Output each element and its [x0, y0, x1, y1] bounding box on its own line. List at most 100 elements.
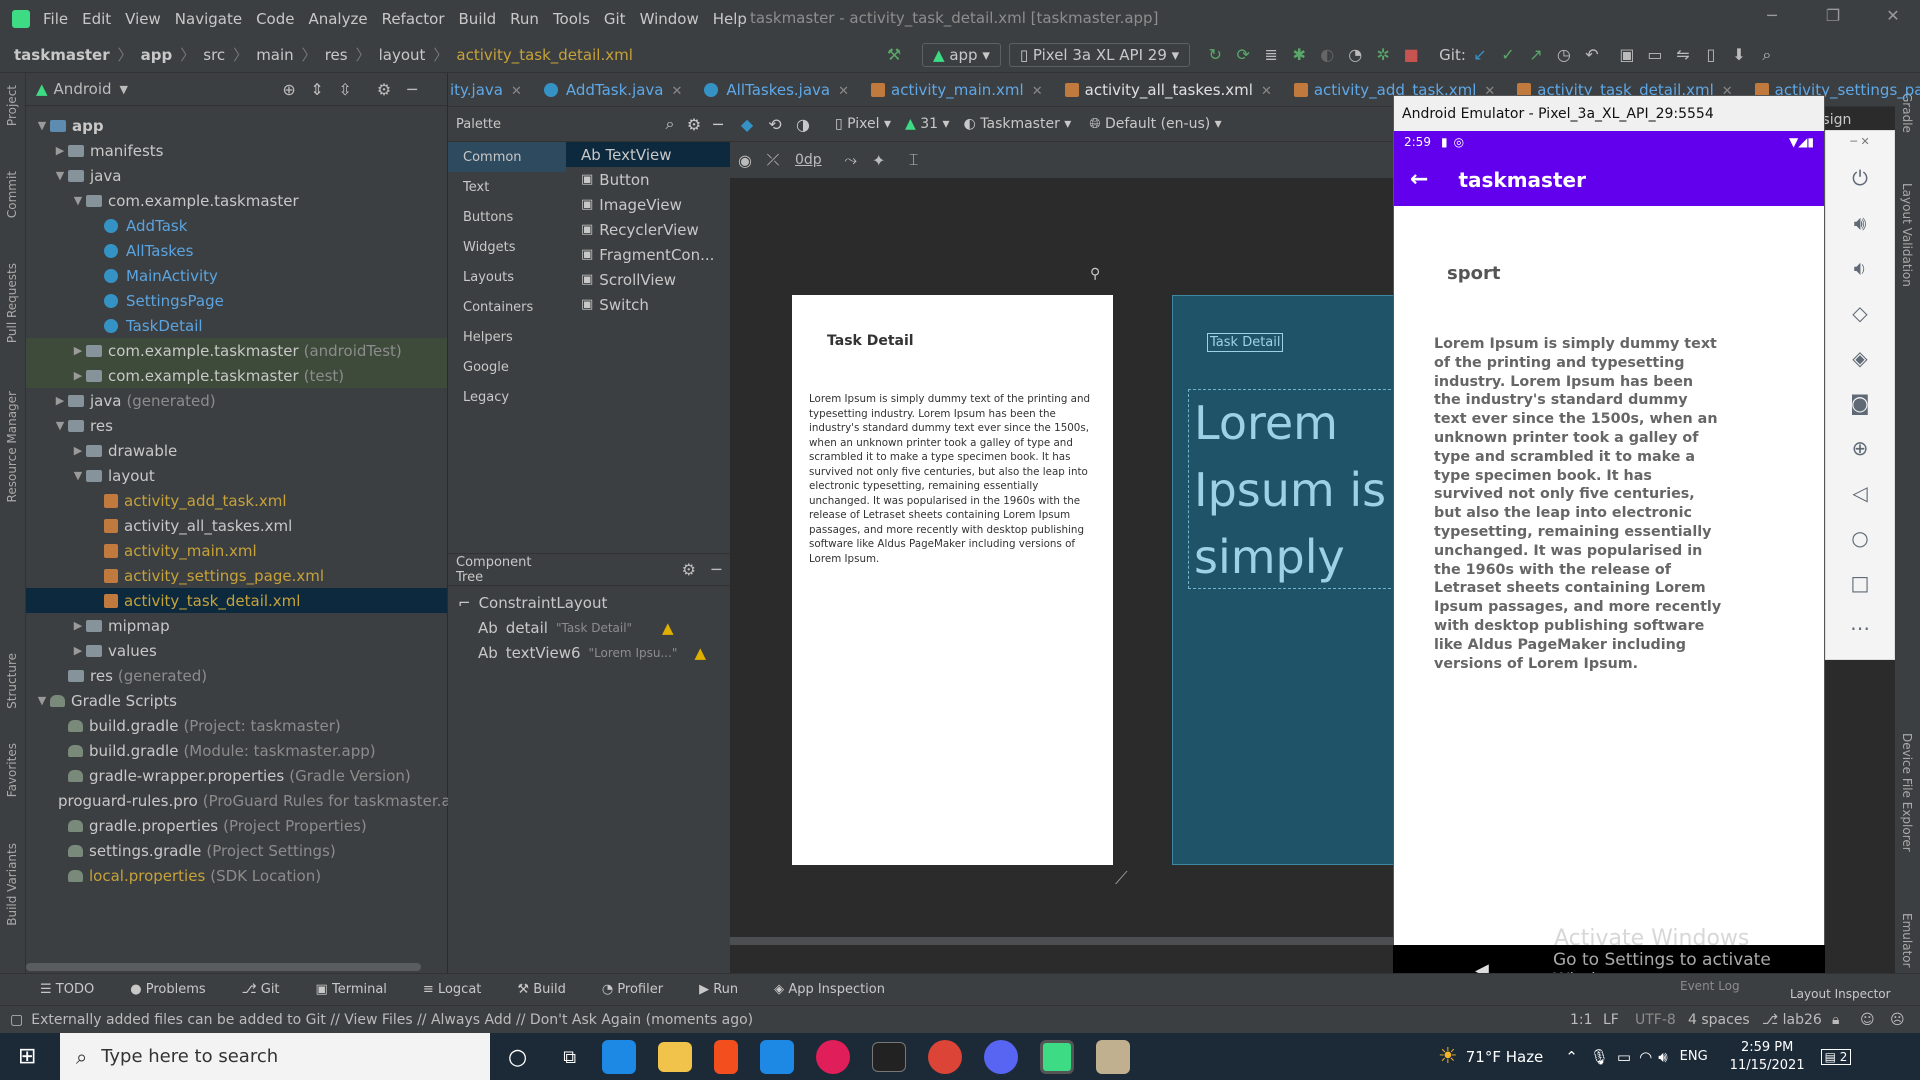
project-tree-item[interactable]: res (generated)	[26, 663, 447, 688]
menu-tools[interactable]: Tools	[546, 10, 597, 28]
chevron-down-icon[interactable]: ▼	[70, 469, 86, 482]
tool-favorites[interactable]: Favorites	[5, 743, 19, 797]
debug-icon[interactable]: ✱	[1288, 45, 1310, 64]
project-tree-item[interactable]: activity_all_taskes.xml	[26, 513, 447, 538]
breadcrumb-item[interactable]: res	[325, 46, 348, 64]
project-tree-item[interactable]: ▶ values	[26, 638, 447, 663]
breadcrumb-item[interactable]: layout	[379, 46, 426, 64]
volume-icon[interactable]: 🔊︎	[1658, 1048, 1667, 1066]
project-tree-item[interactable]: ▶ manifests	[26, 138, 447, 163]
task-view-icon[interactable]: ⧉	[563, 1047, 576, 1068]
back-arrow-icon[interactable]: ←	[1410, 167, 1428, 192]
tool-window-build[interactable]: ⚒ Build	[517, 982, 565, 997]
tool-window-logcat[interactable]: ≡ Logcat	[423, 982, 481, 997]
project-tree-item[interactable]: gradle.properties (Project Properties)	[26, 813, 447, 838]
project-tree-item[interactable]: activity_task_detail.xml	[26, 588, 447, 613]
tool-resource-manager[interactable]: Resource Manager	[5, 391, 19, 502]
warning-icon[interactable]: ▲	[662, 619, 674, 637]
preview-title[interactable]: Task Detail	[827, 333, 914, 349]
api-select[interactable]: ▲ 31 ▾	[905, 116, 950, 132]
apply-changes-icon[interactable]: ↻	[1204, 45, 1226, 64]
palette-category[interactable]: Legacy	[448, 382, 566, 412]
project-tree-item[interactable]: build.gradle (Module: taskmaster.app)	[26, 738, 447, 763]
chevron-right-icon[interactable]: ▶	[70, 444, 86, 457]
night-mode-icon[interactable]: ◑	[792, 115, 814, 134]
palette-item[interactable]: Ab TextView	[566, 142, 730, 167]
palette-category[interactable]: Google	[448, 352, 566, 382]
palette-item[interactable]: ▣ ScrollView	[448, 267, 730, 292]
tool-build-variants[interactable]: Build Variants	[5, 843, 19, 926]
warning-icon[interactable]: ▲	[695, 644, 707, 662]
editor-tab[interactable]: activity_all_taskes.xml ✕	[1064, 81, 1272, 99]
menu-run[interactable]: Run	[503, 10, 546, 28]
project-tree-item[interactable]: ▶ java (generated)	[26, 388, 447, 413]
gear-icon[interactable]: ⚙	[373, 80, 395, 99]
tool-window-todo[interactable]: ☰ TODO	[40, 982, 94, 997]
terminal-icon[interactable]	[872, 1042, 907, 1072]
blueprint-body[interactable]: Lorem Ipsum is simply	[1188, 389, 1396, 589]
design-surface-icon[interactable]: ◆	[736, 115, 758, 134]
design-scrollbar[interactable]	[730, 937, 1395, 945]
locale-select[interactable]: 🌐︎ Default (en-us) ▾	[1089, 116, 1221, 132]
volume-down-icon[interactable]: 🔉︎	[1826, 246, 1894, 291]
cortana-icon[interactable]: ○	[508, 1045, 527, 1070]
tool-structure[interactable]: Structure	[5, 653, 19, 709]
infer-constraints-icon[interactable]: ✦	[868, 151, 890, 170]
battery-icon[interactable]: ▭	[1617, 1048, 1631, 1066]
apply-code-changes-icon[interactable]: ⟳	[1232, 45, 1254, 64]
chevron-right-icon[interactable]: ▶	[70, 644, 86, 657]
menu-git[interactable]: Git	[597, 10, 633, 28]
menu-edit[interactable]: Edit	[75, 10, 118, 28]
editor-tab[interactable]: AddTask.java ✕	[543, 81, 682, 99]
clear-constraints-icon[interactable]: ⤳	[840, 150, 862, 170]
pin-icon[interactable]: ⚲	[1090, 266, 1100, 282]
caret-position[interactable]: 1:1	[1570, 1012, 1593, 1028]
show-hidden-icon[interactable]: ⌃	[1565, 1048, 1578, 1066]
chevron-down-icon[interactable]: ▼	[52, 419, 68, 432]
layout-preview[interactable]: Task Detail Lorem Ipsum is simply dummy …	[792, 295, 1113, 865]
guidelines-icon[interactable]: ⌶	[903, 150, 925, 170]
status-message[interactable]: Externally added files can be added to G…	[31, 1012, 753, 1028]
feedback-icon[interactable]: ☹	[1890, 1012, 1905, 1028]
chevron-right-icon[interactable]: ▶	[70, 619, 86, 632]
menu-navigate[interactable]: Navigate	[168, 10, 249, 28]
chrome-icon[interactable]	[928, 1040, 963, 1074]
git-update-icon[interactable]: ↙	[1469, 45, 1491, 64]
project-tree-item[interactable]: ▼ com.example.taskmaster	[26, 188, 447, 213]
back-icon[interactable]: ◁	[1826, 471, 1894, 516]
menu-help[interactable]: Help	[706, 10, 754, 28]
minimize-button[interactable]: ─	[1757, 6, 1787, 25]
chevron-right-icon[interactable]: ▶	[70, 344, 86, 357]
tree-node-textview6[interactable]: Ab textView6 "Lorem Ipsu..." ▲	[448, 640, 730, 665]
overview-icon[interactable]: □	[1826, 561, 1894, 606]
close-tab-icon[interactable]: ✕	[1032, 84, 1043, 99]
project-tree-item[interactable]: activity_add_task.xml	[26, 488, 447, 513]
tool-emulator[interactable]: Emulator	[1900, 913, 1914, 968]
weather-icon[interactable]: ☀	[1438, 1044, 1458, 1069]
project-tree-item[interactable]: AddTask	[26, 213, 447, 238]
tool-window-problems[interactable]: ● Problems	[130, 982, 205, 997]
status-icon[interactable]: ▢	[10, 1012, 23, 1028]
theme-select[interactable]: ◐ Taskmaster ▾	[964, 116, 1072, 132]
close-tab-icon[interactable]: ✕	[1261, 84, 1272, 99]
tree-node-constraintlayout[interactable]: ⌐ ConstraintLayout	[448, 590, 730, 615]
paint-icon[interactable]	[1096, 1040, 1131, 1074]
power-icon[interactable]: ⏻	[1826, 156, 1894, 201]
line-separator[interactable]: LF	[1603, 1012, 1619, 1028]
collapse-all-icon[interactable]: ⇳	[334, 80, 356, 99]
weather-text[interactable]: 71°F Haze	[1466, 1048, 1544, 1066]
project-tree-item[interactable]: build.gradle (Project: taskmaster)	[26, 713, 447, 738]
close-tab-icon[interactable]: ✕	[838, 84, 849, 99]
breadcrumb-item[interactable]: activity_task_detail.xml	[456, 46, 632, 64]
wifi-icon[interactable]: ◠	[1639, 1048, 1652, 1066]
project-tree-item[interactable]: activity_main.xml	[26, 538, 447, 563]
breadcrumb-item[interactable]: taskmaster	[14, 46, 110, 64]
rotate-left-icon[interactable]: ◇	[1826, 291, 1894, 336]
blueprint-title[interactable]: Task Detail	[1207, 333, 1284, 352]
maximize-button[interactable]: ❐	[1818, 6, 1848, 25]
mic-icon[interactable]: 🎙︎	[1590, 1048, 1609, 1066]
tool-window-app-inspection[interactable]: ◈ App Inspection	[774, 982, 885, 997]
clock[interactable]: 2:59 PM 11/15/2021	[1730, 1039, 1805, 1075]
close-tab-icon[interactable]: ✕	[511, 84, 522, 99]
chevron-down-icon[interactable]: ▼	[120, 83, 128, 96]
